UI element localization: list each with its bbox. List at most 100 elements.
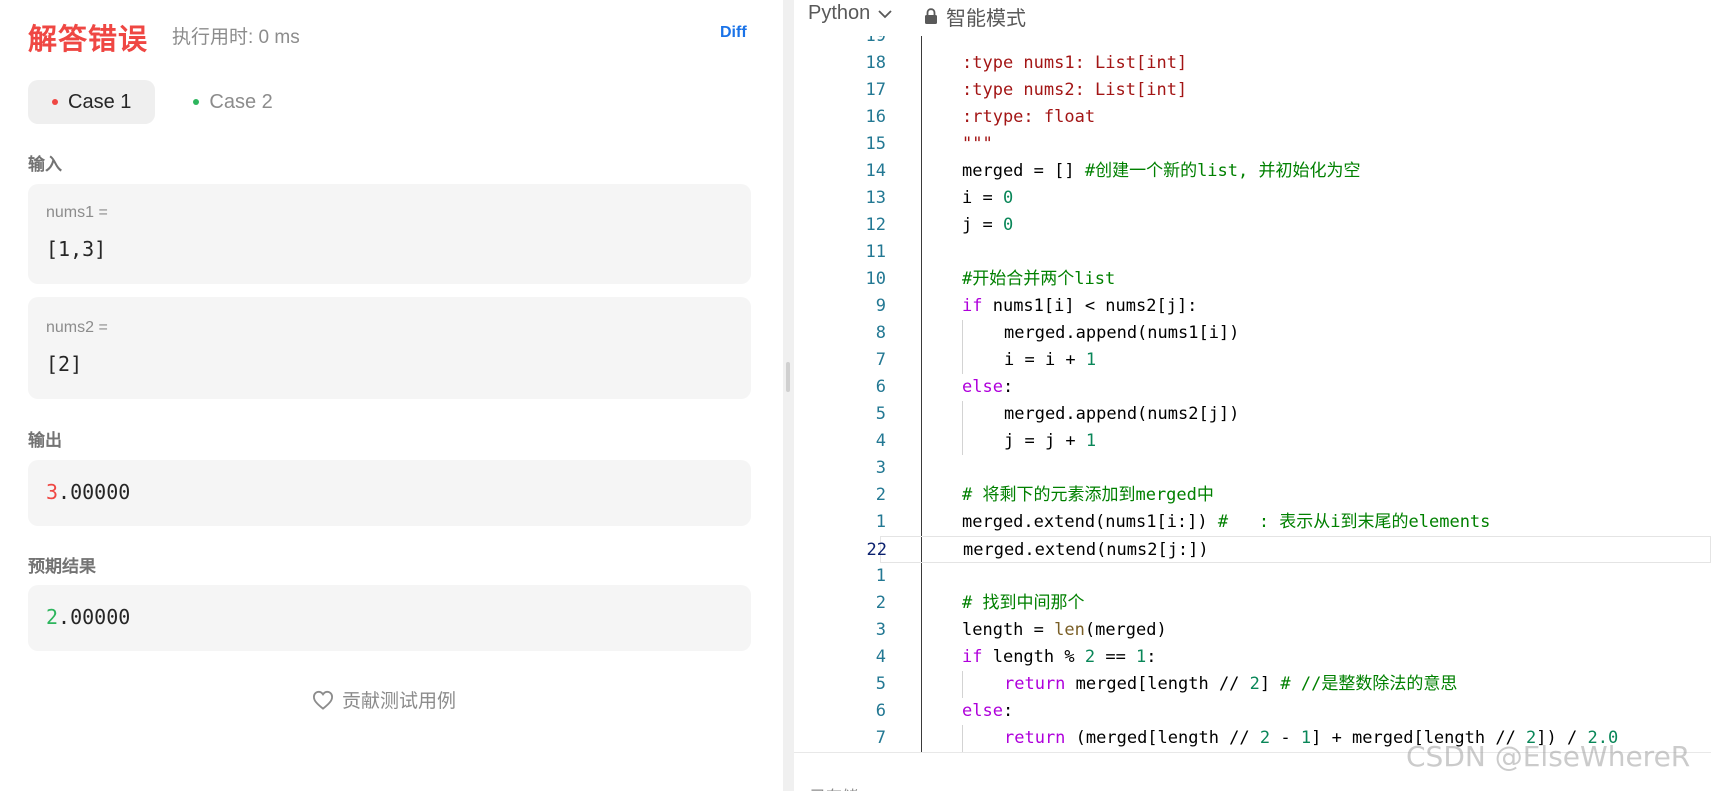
line-number: 4 bbox=[875, 431, 886, 451]
code-token: 2 bbox=[1084, 647, 1096, 667]
code-token: 1 bbox=[1085, 350, 1097, 370]
contribute-label: 贡献测试用例 bbox=[342, 691, 457, 712]
smart-mode-toggle[interactable]: 智能模式 bbox=[924, 2, 1026, 31]
input-var-name: nums1 = bbox=[46, 204, 108, 221]
language-select[interactable]: Python bbox=[808, 2, 892, 25]
code-line[interactable]: 3 length = len(merged) bbox=[794, 617, 1711, 644]
code-text: :type nums1: List[int] bbox=[962, 50, 1187, 77]
code-token: i = i + bbox=[1004, 350, 1086, 370]
tab-case-1[interactable]: Case 1 bbox=[28, 80, 156, 124]
tab-case-2[interactable]: Case 2 bbox=[169, 80, 296, 124]
expected-diff-digit: 2 bbox=[46, 605, 59, 629]
expected-card: 2.00000 bbox=[28, 585, 751, 651]
code-token: # : 表示从i到末尾的elements bbox=[1217, 512, 1491, 532]
input-value: [2] bbox=[46, 352, 83, 376]
line-number: 15 bbox=[865, 134, 886, 154]
code-line[interactable]: 16:rtype: float bbox=[794, 104, 1711, 131]
code-line[interactable]: 15 """ bbox=[794, 131, 1711, 158]
code-token: : bbox=[1002, 701, 1014, 721]
line-number: 1 bbox=[875, 512, 886, 532]
code-token: j = j + bbox=[1004, 431, 1086, 451]
code-line[interactable]: 11 bbox=[794, 239, 1711, 266]
code-line[interactable]: 1 bbox=[794, 563, 1711, 590]
tab-case-2-label: Case 2 bbox=[209, 90, 273, 113]
code-token: #创建一个新的list, 并初始化为空 bbox=[1084, 161, 1361, 181]
code-token: # 将剩下的元素添加到merged中 bbox=[962, 485, 1214, 505]
code-token: return bbox=[1004, 728, 1066, 748]
runtime-label: 执行用时: 0 ms bbox=[172, 27, 300, 48]
code-token: :type nums1: List[int] bbox=[962, 53, 1188, 73]
line-number: 22 bbox=[866, 540, 887, 560]
code-line[interactable]: 8 merged.append(nums1[i]) bbox=[794, 320, 1711, 347]
code-line[interactable]: 10 #开始合并两个list bbox=[794, 266, 1711, 293]
code-token: 0 bbox=[1002, 188, 1014, 208]
code-line[interactable]: 2 # 将剩下的元素添加到merged中 bbox=[794, 482, 1711, 509]
code-line[interactable]: 13 i = 0 bbox=[794, 185, 1711, 212]
code-line[interactable]: 6 else: bbox=[794, 698, 1711, 725]
line-number: 2 bbox=[875, 593, 886, 613]
code-text: i = i + 1 bbox=[1004, 347, 1096, 374]
code-token: merged = [] bbox=[962, 161, 1085, 181]
code-token: merged.append(nums2[j]) bbox=[1004, 404, 1240, 424]
code-line[interactable]: 19 """ bbox=[794, 36, 1711, 50]
line-number: 3 bbox=[875, 620, 886, 640]
panel-splitter[interactable] bbox=[783, 0, 794, 791]
code-line[interactable]: 5 merged.append(nums2[j]) bbox=[794, 401, 1711, 428]
indent-guide bbox=[962, 401, 963, 428]
code-token: 2 bbox=[1249, 674, 1260, 694]
code-token: if bbox=[962, 296, 983, 316]
code-line[interactable]: 12 j = 0 bbox=[794, 212, 1711, 239]
line-number: 1 bbox=[875, 566, 886, 586]
code-line[interactable]: 1 merged.extend(nums1[i:]) # : 表示从i到末尾的el… bbox=[794, 509, 1711, 536]
code-line[interactable]: 4 if length % 2 == 1: bbox=[794, 644, 1711, 671]
code-text: """ bbox=[962, 131, 993, 158]
code-text: else: bbox=[962, 374, 1013, 401]
code-line[interactable]: 7 i = i + 1 bbox=[794, 347, 1711, 374]
code-token: len bbox=[1054, 620, 1085, 640]
code-line[interactable]: 6 else: bbox=[794, 374, 1711, 401]
code-token: return bbox=[1004, 674, 1066, 694]
contribute-testcase-button[interactable]: 贡献测试用例 bbox=[312, 686, 456, 713]
splitter-handle-icon[interactable] bbox=[786, 362, 790, 392]
code-token: """ bbox=[962, 134, 993, 154]
line-number: 9 bbox=[875, 296, 886, 316]
line-number: 2 bbox=[875, 485, 886, 505]
code-token: merged.extend(nums2[j:]) bbox=[963, 540, 1209, 560]
line-number: 14 bbox=[865, 161, 886, 181]
line-number: 12 bbox=[865, 215, 886, 235]
code-text: j = 0 bbox=[962, 212, 1013, 239]
line-number: 3 bbox=[875, 458, 886, 478]
case-tabs: Case 1 Case 2 bbox=[28, 80, 297, 124]
code-token: == bbox=[1095, 647, 1137, 667]
code-editor: Python 智能模式 19 """ 18:type nums1: List[int… bbox=[794, 0, 1711, 791]
code-line[interactable]: 3 bbox=[794, 455, 1711, 482]
line-number: 4 bbox=[875, 647, 886, 667]
code-line[interactable]: 9 if nums1[i] < nums2[j]: bbox=[794, 293, 1711, 320]
code-line[interactable]: 5 return merged[length // 2] # //是整数除法的意思 bbox=[794, 671, 1711, 698]
code-text: if nums1[i] < nums2[j]: bbox=[962, 293, 1197, 320]
expected-rest: .00000 bbox=[58, 605, 131, 629]
code-line[interactable]: 18:type nums1: List[int] bbox=[794, 50, 1711, 77]
code-text: i = 0 bbox=[962, 185, 1013, 212]
output-card: 3.00000 bbox=[28, 460, 751, 526]
diff-button[interactable]: Diff bbox=[720, 24, 747, 42]
code-token: - bbox=[1270, 728, 1301, 748]
code-area[interactable]: 19 """ 18:type nums1: List[int] 17:type num… bbox=[794, 36, 1711, 752]
code-line[interactable]: 4 j = j + 1 bbox=[794, 428, 1711, 455]
code-token: ] bbox=[1259, 674, 1281, 694]
input-card-nums2: nums2 = [2] bbox=[28, 297, 751, 399]
code-token: 1 bbox=[1300, 728, 1312, 748]
code-line[interactable]: 17:type nums2: List[int] bbox=[794, 77, 1711, 104]
chevron-down-icon bbox=[878, 9, 892, 18]
code-token: """ bbox=[962, 36, 993, 46]
code-line[interactable]: 14 merged = [] #创建一个新的list, 并初始化为空 bbox=[794, 158, 1711, 185]
expected-section-label: 预期结果 bbox=[28, 557, 96, 576]
code-text: if length % 2 == 1: bbox=[962, 644, 1157, 671]
code-line[interactable]: 2 # 找到中间那个 bbox=[794, 590, 1711, 617]
result-panel: 解答错误 执行用时: 0 ms Diff Case 1 Case 2 输入 nu… bbox=[0, 0, 783, 791]
line-number: 17 bbox=[865, 80, 886, 100]
heart-icon bbox=[312, 690, 334, 710]
output-section-label: 输出 bbox=[28, 431, 62, 450]
editor-toolbar: Python 智能模式 bbox=[794, 0, 1711, 36]
code-line-current[interactable]: 22 merged.extend(nums2[j:]) bbox=[867, 536, 1711, 563]
